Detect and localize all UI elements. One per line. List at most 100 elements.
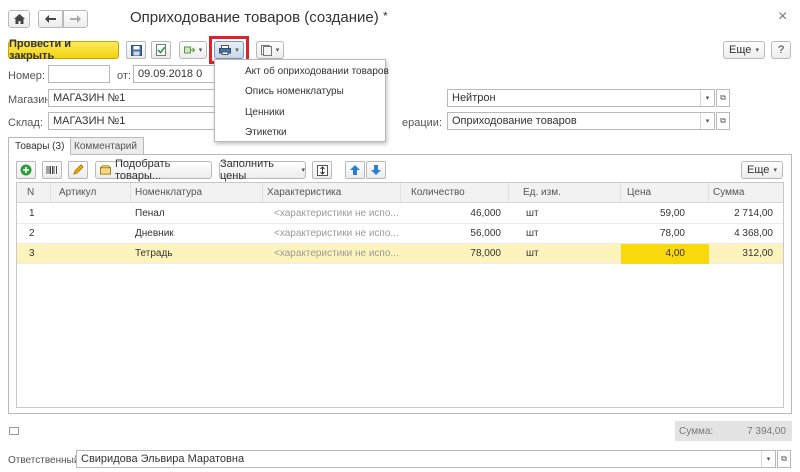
close-icon: × [778, 8, 788, 25]
cell-name: Пенал [135, 208, 165, 219]
add-icon [20, 164, 32, 176]
home-button[interactable] [8, 10, 30, 28]
close-button[interactable]: × [778, 8, 787, 26]
cell-n: 3 [29, 248, 35, 259]
tab-comment-label: Комментарий [74, 140, 137, 152]
fit-button[interactable] [312, 161, 332, 179]
post-button[interactable] [151, 41, 171, 59]
forward-button[interactable] [63, 10, 88, 28]
post-and-close-button[interactable]: Провести и закрыть [8, 38, 119, 62]
arrow-left-icon [45, 15, 56, 23]
chevron-down-icon: ▾ [235, 47, 239, 54]
back-button[interactable] [38, 10, 63, 28]
fill-prices-button[interactable]: Заполнить цены ▾ [219, 158, 306, 182]
cell-n: 2 [29, 228, 35, 239]
cell-sum: 312,00 [742, 248, 773, 259]
save-button[interactable] [126, 41, 146, 59]
column-header-name[interactable]: Номенклатура [131, 183, 263, 203]
open-operation-button[interactable]: ⧉ [716, 112, 730, 130]
organization-field[interactable]: Нейтрон ▾ [447, 89, 715, 107]
open-icon: ⧉ [720, 93, 726, 102]
create-based-on-button[interactable]: ▾ [179, 41, 207, 59]
warehouse-field[interactable]: МАГАЗИН №1 [48, 112, 216, 130]
tab-goods[interactable]: Товары (3) [8, 137, 72, 155]
print-menu-item[interactable]: Этикетки [245, 127, 287, 138]
table-row[interactable]: 1 Пенал <характеристики не испо... 46,00… [17, 204, 783, 224]
move-up-button[interactable] [345, 161, 365, 179]
date-field[interactable]: 09.09.2018 0 [133, 65, 215, 83]
cell-price: 59,00 [659, 208, 685, 219]
more-button[interactable]: Еще ▾ [723, 41, 765, 59]
date-label: от: [117, 70, 131, 82]
number-field[interactable] [48, 65, 110, 83]
tab-comment[interactable]: Комментарий [67, 137, 144, 155]
cell-article [51, 204, 131, 224]
chevron-down-icon[interactable]: ▾ [700, 113, 714, 129]
cell-article [51, 224, 131, 244]
column-header-unit[interactable]: Ед. изм. [509, 183, 621, 203]
reports-icon [260, 44, 272, 56]
home-icon [13, 14, 25, 24]
cell-price-active[interactable]: 4,00 [621, 244, 709, 264]
chevron-down-icon: ▾ [755, 47, 759, 54]
store-value: МАГАЗИН №1 [53, 92, 126, 104]
pencil-icon [73, 164, 84, 175]
cell-quantity: 46,000 [470, 208, 501, 219]
chevron-down-icon[interactable]: ▾ [761, 451, 775, 467]
column-header-n[interactable]: N [17, 183, 51, 203]
pick-goods-label: Подобрать товары... [115, 158, 171, 182]
table-row[interactable]: 2 Дневник <характеристики не испо... 56,… [17, 224, 783, 244]
barcode-icon [46, 165, 58, 175]
total-value: 7 394,00 [747, 426, 786, 437]
column-header-article[interactable]: Артикул [51, 183, 131, 203]
cell-characteristic: <характеристики не испо... [274, 228, 399, 239]
print-button[interactable]: ▾ [214, 41, 244, 59]
arrow-up-icon [350, 165, 360, 175]
chevron-down-icon: ▾ [275, 47, 280, 54]
cell-quantity: 56,000 [470, 228, 501, 239]
cell-unit: шт [526, 228, 539, 239]
total-label: Сумма: [679, 426, 714, 437]
column-header-characteristic[interactable]: Характеристика [263, 183, 401, 203]
print-menu-item[interactable]: Опись номенклатуры [245, 86, 344, 97]
more-label: Еще [729, 44, 752, 56]
operation-label: ерации: [402, 117, 442, 129]
column-header-sum[interactable]: Сумма [709, 183, 783, 203]
cell-quantity: 78,000 [470, 248, 501, 259]
column-header-price[interactable]: Цена [621, 183, 709, 203]
fill-prices-label: Заполнить цены [220, 158, 275, 182]
operation-field[interactable]: Оприходование товаров ▾ [447, 112, 715, 130]
barcode-button[interactable] [42, 161, 62, 179]
chevron-down-icon[interactable]: ▾ [700, 90, 714, 106]
print-menu-item[interactable]: Ценники [245, 107, 285, 118]
comment-icon[interactable] [9, 427, 19, 435]
table-more-button[interactable]: Еще ▾ [741, 161, 783, 179]
table-header: N Артикул Номенклатура Характеристика Ко… [17, 183, 783, 203]
help-button[interactable]: ? [771, 41, 791, 59]
add-row-button[interactable] [16, 161, 36, 179]
open-icon: ⧉ [720, 116, 726, 125]
printer-icon [219, 45, 232, 55]
pick-goods-button[interactable]: Подобрать товары... [95, 158, 212, 182]
reports-button[interactable]: ▾ [256, 41, 284, 59]
print-menu: Акт об оприходовании товаров Опись номен… [214, 59, 389, 142]
responsible-label: Ответственный: [8, 455, 83, 466]
page-title: Оприходование товаров (создание) * [130, 9, 388, 26]
store-field[interactable]: МАГАЗИН №1 [48, 89, 216, 107]
table-row-selected[interactable]: 3 Тетрадь <характеристики не испо... 78,… [17, 244, 783, 264]
move-down-button[interactable] [366, 161, 386, 179]
print-menu-item[interactable]: Акт об оприходовании товаров [245, 66, 389, 77]
column-header-quantity[interactable]: Количество [401, 183, 509, 203]
responsible-field[interactable]: Свиридова Эльвира Маратовна ▾ [76, 450, 776, 468]
edit-button[interactable] [68, 161, 88, 179]
post-document-icon [155, 44, 166, 56]
help-icon: ? [777, 44, 785, 56]
open-responsible-button[interactable]: ⧉ [777, 450, 791, 468]
cell-unit: шт [526, 248, 539, 259]
table-more-label: Еще [747, 164, 770, 176]
cell-sum: 4 368,00 [734, 228, 773, 239]
open-organization-button[interactable]: ⧉ [716, 89, 730, 107]
cell-name: Дневник [135, 228, 174, 239]
operation-value: Оприходование товаров [452, 115, 577, 127]
chevron-down-icon: ▾ [301, 167, 305, 174]
